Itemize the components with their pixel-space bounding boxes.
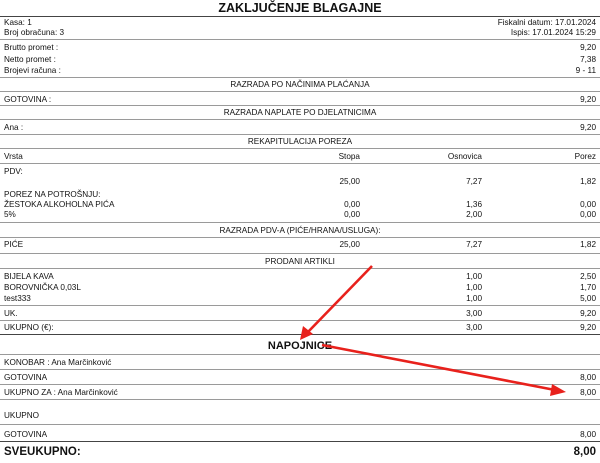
annotation-arrows — [300, 265, 566, 396]
annotation-arrow-1 — [300, 265, 373, 340]
annotation-arrow-2 — [321, 343, 566, 396]
report-page: ZAKLJUČENJE BLAGAJNE Kasa: 1 Fiskalni da… — [0, 0, 600, 463]
